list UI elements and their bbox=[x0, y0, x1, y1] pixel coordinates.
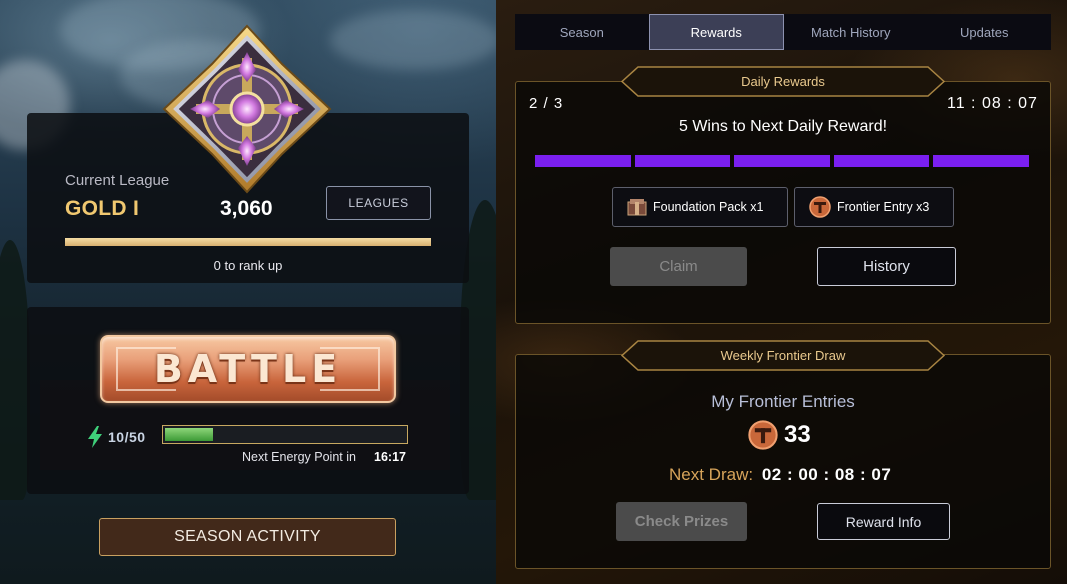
daily-progress-segment bbox=[833, 155, 930, 167]
next-draw: Next Draw: 02 : 00 : 08 : 07 bbox=[669, 465, 891, 485]
daily-progress-segment bbox=[535, 155, 631, 167]
reward-foundation-pack: Foundation Pack x1 bbox=[612, 187, 788, 227]
daily-progress-segment bbox=[933, 155, 1029, 167]
claim-button[interactable]: Claim bbox=[610, 247, 747, 286]
energy-count: 10/50 bbox=[108, 429, 146, 445]
league-name: GOLD I bbox=[65, 197, 140, 220]
frontier-entry-icon bbox=[748, 420, 778, 450]
daily-progress-segment bbox=[634, 155, 731, 167]
daily-progress-bar bbox=[535, 155, 1029, 167]
reward-frontier-entry: Frontier Entry x3 bbox=[794, 187, 954, 227]
energy-bar bbox=[162, 425, 408, 444]
foundation-pack-icon bbox=[627, 199, 647, 216]
next-energy-time: 16:17 bbox=[374, 450, 406, 464]
battle-button[interactable]: BATTLE bbox=[100, 335, 396, 403]
battle-frame-left bbox=[116, 347, 176, 391]
reward-label: Foundation Pack x1 bbox=[653, 200, 764, 214]
reward-info-button[interactable]: Reward Info bbox=[817, 503, 950, 540]
tab-match-history[interactable]: Match History bbox=[784, 14, 918, 50]
my-frontier-entries-label: My Frontier Entries bbox=[711, 392, 855, 411]
frontier-entries-row: 33 bbox=[748, 420, 811, 450]
daily-progress-segment bbox=[734, 155, 830, 167]
current-league-label: Current League bbox=[65, 172, 170, 189]
background-tree bbox=[0, 240, 30, 500]
weekly-draw-title: Weekly Frontier Draw bbox=[720, 348, 846, 363]
next-draw-time: 02 : 00 : 08 : 07 bbox=[761, 465, 892, 484]
tab-updates[interactable]: Updates bbox=[918, 14, 1052, 50]
season-activity-button[interactable]: SEASON ACTIVITY bbox=[99, 518, 396, 556]
frontier-entries-count: 33 bbox=[784, 421, 811, 448]
battle-frame-right bbox=[320, 347, 380, 391]
league-rating: 3,060 bbox=[220, 197, 273, 220]
next-draw-label: Next Draw: bbox=[669, 465, 754, 484]
rank-up-text: 0 to rank up bbox=[213, 258, 283, 273]
next-energy-label: Next Energy Point in bbox=[242, 450, 356, 464]
weekly-draw-section bbox=[515, 354, 1051, 569]
tab-season[interactable]: Season bbox=[515, 14, 649, 50]
rank-progress-bar bbox=[65, 238, 431, 246]
lightning-icon bbox=[88, 426, 102, 448]
background-cloud bbox=[330, 10, 496, 70]
daily-rewards-title: Daily Rewards bbox=[741, 74, 825, 89]
leagues-button[interactable]: LEAGUES bbox=[326, 186, 431, 220]
tab-rewards[interactable]: Rewards bbox=[648, 14, 784, 50]
check-prizes-button[interactable]: Check Prizes bbox=[616, 502, 747, 541]
battle-label: BATTLE bbox=[153, 347, 343, 391]
gold-league-emblem-icon bbox=[162, 24, 332, 194]
energy-bar-fill bbox=[165, 428, 213, 441]
daily-progress-count: 2 / 3 bbox=[529, 95, 564, 112]
reward-label: Frontier Entry x3 bbox=[837, 200, 930, 214]
daily-timer: 11 : 08 : 07 bbox=[947, 95, 1038, 112]
wins-to-next-reward: 5 Wins to Next Daily Reward! bbox=[678, 118, 888, 135]
history-button[interactable]: History bbox=[817, 247, 956, 286]
tab-bar: Season Rewards Match History Updates bbox=[515, 14, 1051, 50]
frontier-entry-icon bbox=[809, 196, 831, 218]
